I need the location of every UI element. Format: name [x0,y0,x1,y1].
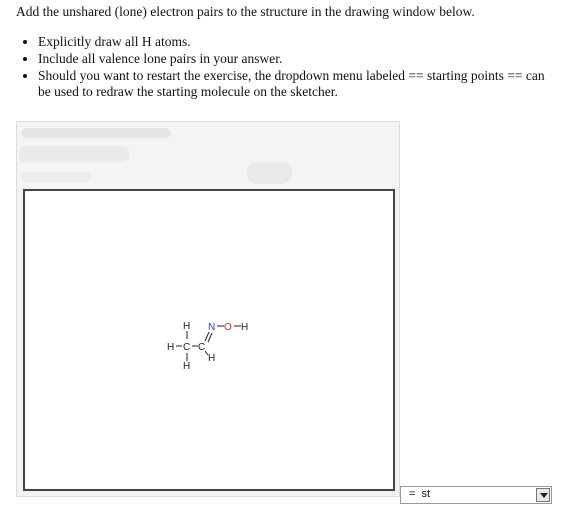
drawing-canvas[interactable]: H N O H H C C H H [23,189,395,491]
instructions-heading: Add the unshared (lone) electron pairs t… [16,4,475,19]
instruction-item: Explicitly draw all H atoms. [38,34,556,50]
chevron-down-icon[interactable] [536,488,550,502]
atom-h-bottom: H [183,361,190,372]
molecule-drawing: H N O H H C C H H [167,321,248,372]
toolbar-tool-group[interactable] [19,146,129,162]
atom-o: O [224,322,232,333]
atom-n: N [208,322,215,333]
dropdown-selected-value: = st [409,488,431,500]
toolbar-tool-group[interactable] [21,128,171,138]
toolbar-tool-group[interactable] [21,172,91,182]
toolbar-tool-group[interactable] [247,162,292,184]
instructions: Add the unshared (lone) electron pairs t… [16,4,556,101]
atom-h-c2: H [208,353,215,364]
atom-h-oh: H [241,322,248,333]
atom-c2: C [198,342,205,353]
atom-h-top: H [183,321,190,332]
atom-c1: C [183,342,190,353]
bond-c2-n-a [204,331,210,342]
instruction-item: Should you want to restart the exercise,… [38,68,556,100]
bond-c2-n-b [207,332,213,343]
starting-points-dropdown[interactable]: = st [400,486,552,504]
atom-h-left: H [167,342,174,353]
sketcher: H N O H H C C H H [16,121,400,497]
sketcher-toolbar[interactable] [17,122,399,188]
instruction-item: Include all valence lone pairs in your a… [38,51,556,67]
instructions-list: Explicitly draw all H atoms. Include all… [16,34,556,100]
